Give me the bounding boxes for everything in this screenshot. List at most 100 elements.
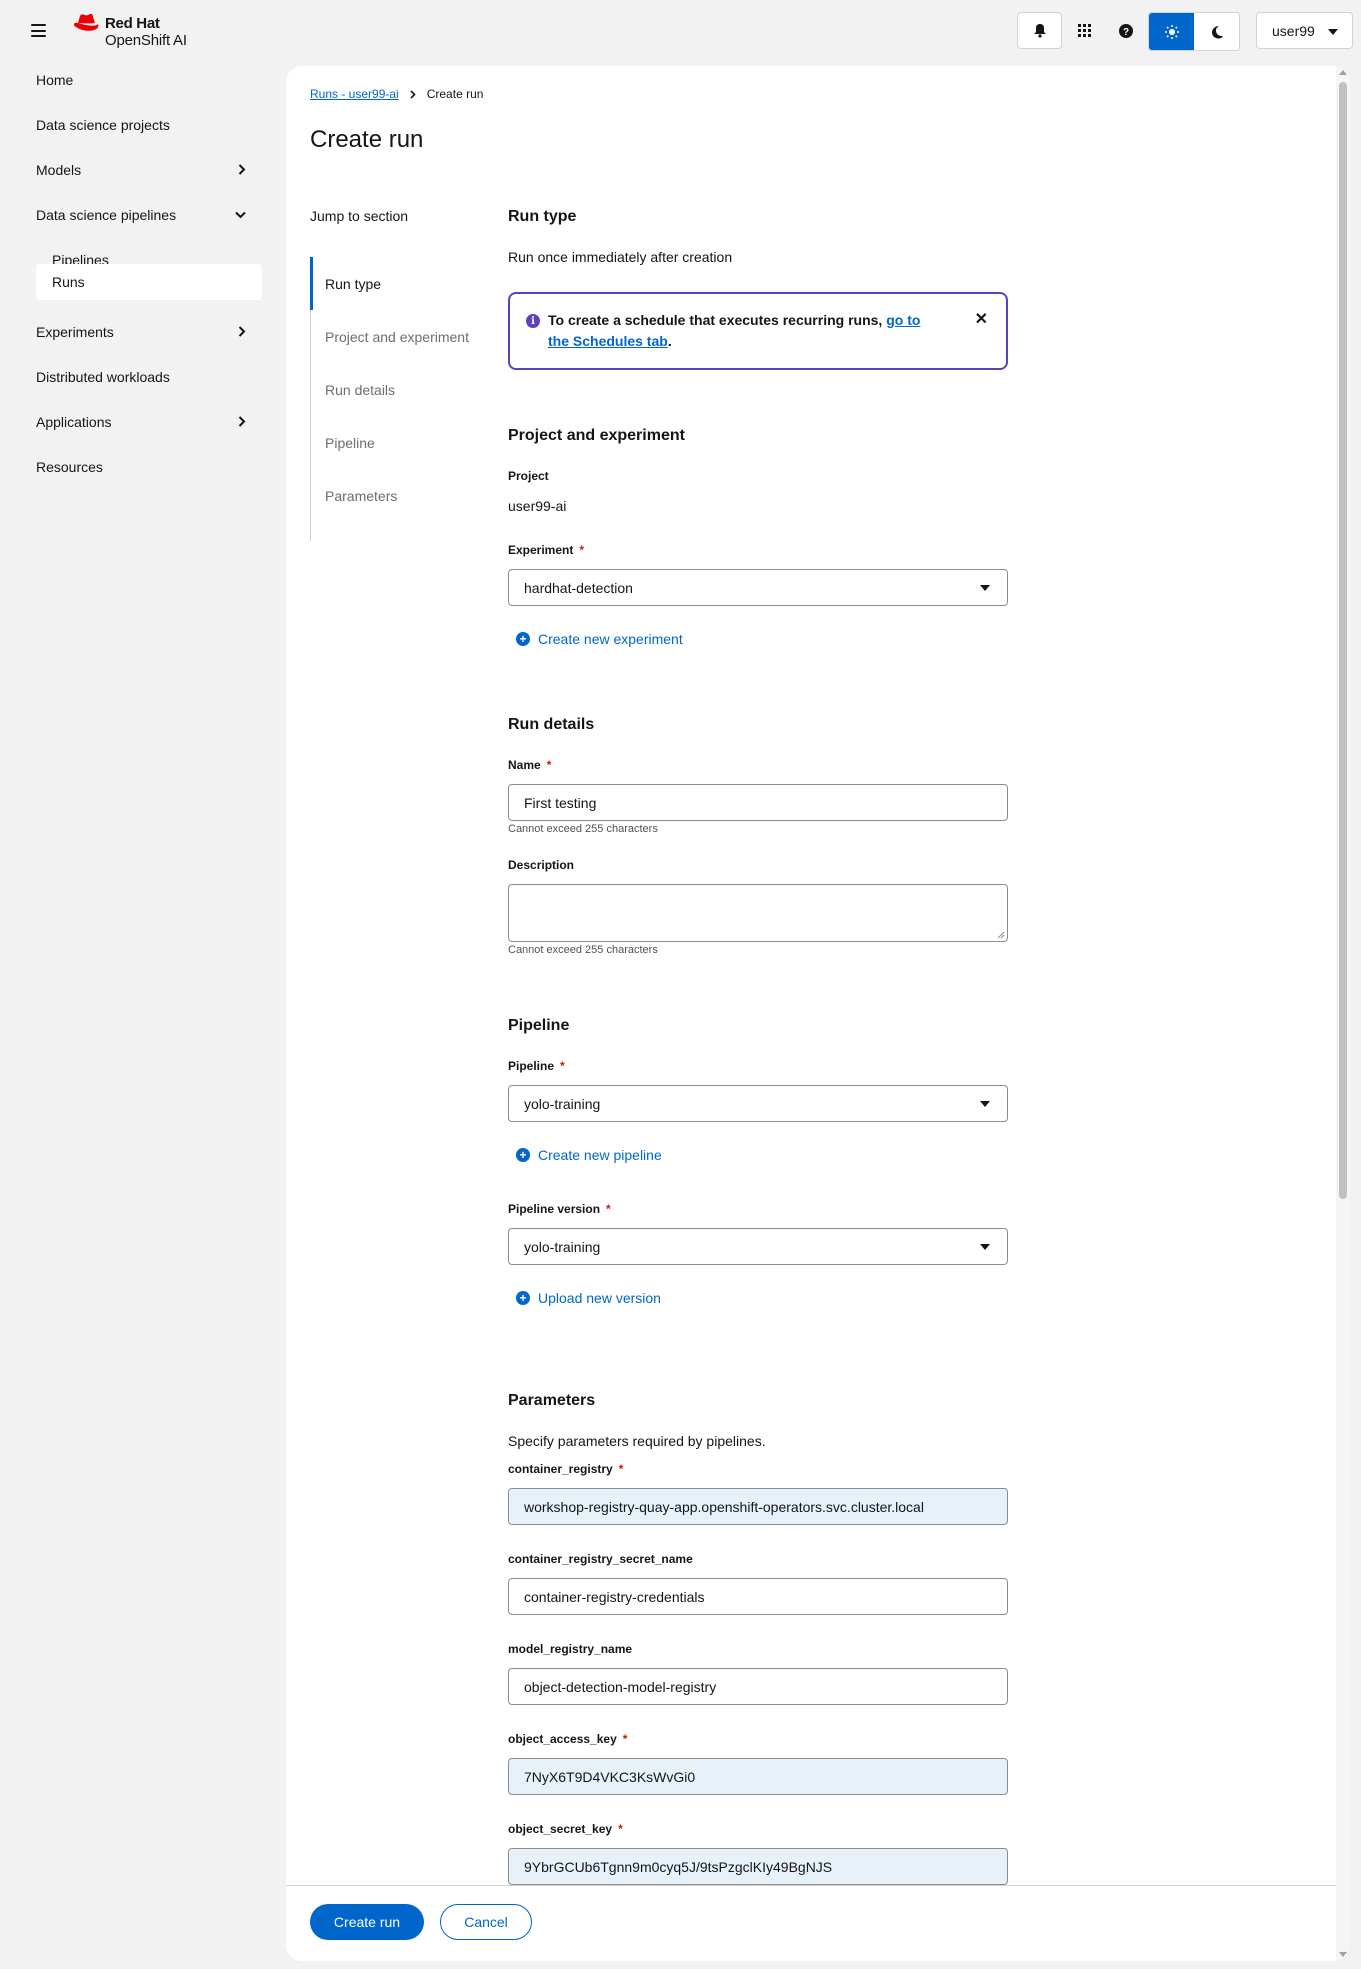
sidebar-item-resources[interactable]: Resources [36,449,266,485]
sidebar-item-label: Resources [36,459,103,475]
sidebar-item-applications[interactable]: Applications [36,404,266,440]
scroll-down-icon[interactable] [1339,1952,1347,1957]
info-icon: i [526,314,540,328]
experiment-select[interactable]: hardhat-detection [508,569,1008,606]
caret-down-icon [980,1101,990,1107]
experiment-selected-value: hardhat-detection [524,579,633,596]
jump-links: Run type Project and experiment Run deta… [310,257,470,541]
sidebar-item-label: Distributed workloads [36,369,170,385]
chevron-right-icon [410,89,416,99]
sidebar-item-label: Runs [52,274,85,290]
experiment-label: Experiment * [508,543,585,557]
brand-product: OpenShift AI [105,32,187,49]
run-details-heading: Run details [508,716,595,733]
sidebar-item-experiments[interactable]: Experiments [36,314,266,350]
jump-link-parameters[interactable]: Parameters [311,469,481,522]
caret-down-icon [1328,29,1338,35]
description-helper-text: Cannot exceed 255 characters [508,944,658,956]
parameters-text: Specify parameters required by pipelines… [508,1433,766,1449]
bell-icon [1033,24,1046,38]
light-theme-button[interactable] [1149,13,1194,50]
user-menu-toggle[interactable]: user99 [1256,12,1353,49]
sidebar-item-label: Home [36,72,74,88]
upload-version-label: Upload new version [538,1290,661,1306]
run-type-heading: Run type [508,208,577,225]
project-value: user99-ai [508,498,567,514]
sidebar-item-data-science-projects[interactable]: Data science projects [36,107,266,143]
create-pipeline-label: Create new pipeline [538,1147,662,1163]
plus-circle-icon: + [516,1291,530,1305]
param-input-container-registry-secret-name[interactable]: container-registry-credentials [508,1578,1008,1615]
sun-icon [1164,24,1179,39]
param-input-model-registry-name[interactable]: object-detection-model-registry [508,1668,1008,1705]
project-label: Project [508,469,549,483]
sidebar-item-runs[interactable]: Runs [36,264,262,300]
page-title: Create run [310,126,424,153]
vertical-scrollbar[interactable] [1336,66,1350,1961]
run-type-text: Run once immediately after creation [508,249,733,265]
description-textarea[interactable] [508,884,1008,942]
create-run-button[interactable]: Create run [310,1904,424,1940]
param-input-object-secret-key[interactable]: 9YbrGCUb6Tgnn9m0cyq5J/9tsPzgclKIy49BgNJS [508,1848,1008,1885]
breadcrumb: Runs - user99-ai Create run [310,87,483,101]
close-icon[interactable]: ✕ [975,312,988,328]
create-pipeline-button[interactable]: + Create new pipeline [516,1147,662,1163]
pipeline-version-selected-value: yolo-training [524,1238,601,1255]
resize-handle-icon[interactable] [997,931,1005,939]
jump-link-run-details[interactable]: Run details [311,363,481,416]
help-button[interactable]: ? [1103,12,1148,49]
breadcrumb-runs-link[interactable]: Runs - user99-ai [310,87,399,101]
scroll-up-icon[interactable] [1339,70,1347,75]
user-name: user99 [1272,22,1315,39]
plus-circle-icon: + [516,632,530,646]
param-label-model-registry-name: model_registry_name [508,1642,633,1656]
schedule-info-alert: i To create a schedule that executes rec… [508,292,1008,370]
main-panel: Runs - user99-ai Create run Create run J… [286,66,1350,1961]
name-input[interactable]: First testing [508,784,1008,821]
menu-icon[interactable] [31,24,46,37]
description-label: Description [508,858,575,872]
red-hat-logo-icon [73,13,99,31]
param-label-object-access-key: object_access_key * [508,1732,628,1746]
create-experiment-button[interactable]: + Create new experiment [516,631,683,647]
sidebar-item-models[interactable]: Models [36,152,266,188]
pipeline-label: Pipeline * [508,1059,565,1073]
sidebar-item-data-science-pipelines[interactable]: Data science pipelines [36,197,266,233]
caret-down-icon [980,585,990,591]
jump-link-project-and-experiment[interactable]: Project and experiment [311,310,481,363]
sidebar-item-distributed-workloads[interactable]: Distributed workloads [36,359,266,395]
brand-name: Red Hat [105,15,160,32]
app-launcher-button[interactable] [1062,12,1107,49]
apps-grid-icon [1078,24,1091,37]
notifications-button[interactable] [1017,12,1062,49]
sidebar-item-home[interactable]: Home [36,62,266,98]
create-experiment-label: Create new experiment [538,631,683,647]
pipeline-version-select[interactable]: yolo-training [508,1228,1008,1265]
moon-icon [1211,25,1223,38]
pipeline-version-label: Pipeline version * [508,1202,611,1216]
param-input-container-registry[interactable]: workshop-registry-quay-app.openshift-ope… [508,1488,1008,1525]
project-heading: Project and experiment [508,427,685,444]
masthead: Red Hat OpenShift AI ? user99 [0,0,1361,62]
upload-version-button[interactable]: + Upload new version [516,1290,661,1306]
scrollbar-thumb[interactable] [1339,82,1347,1199]
form-footer: Create run Cancel [286,1885,1336,1961]
param-input-object-access-key[interactable]: 7NyX6T9D4VKC3KsWvGi0 [508,1758,1008,1795]
plus-circle-icon: + [516,1148,530,1162]
brand-logo[interactable]: Red Hat OpenShift AI [72,13,212,49]
jump-link-run-type[interactable]: Run type [310,257,480,310]
name-helper-text: Cannot exceed 255 characters [508,823,658,835]
chevron-right-icon [238,164,246,175]
parameters-heading: Parameters [508,1392,596,1409]
help-icon: ? [1118,23,1133,38]
theme-toggle [1148,12,1240,51]
name-label: Name * [508,758,552,772]
pipeline-select[interactable]: yolo-training [508,1085,1008,1122]
param-label-container-registry: container_registry * [508,1462,624,1476]
cancel-button[interactable]: Cancel [440,1904,532,1940]
dark-theme-button[interactable] [1194,13,1239,50]
sidebar-item-label: Experiments [36,324,114,340]
param-label-container-registry-secret-name: container_registry_secret_name [508,1552,693,1566]
jump-link-pipeline[interactable]: Pipeline [311,416,481,469]
pipeline-heading: Pipeline [508,1017,570,1034]
